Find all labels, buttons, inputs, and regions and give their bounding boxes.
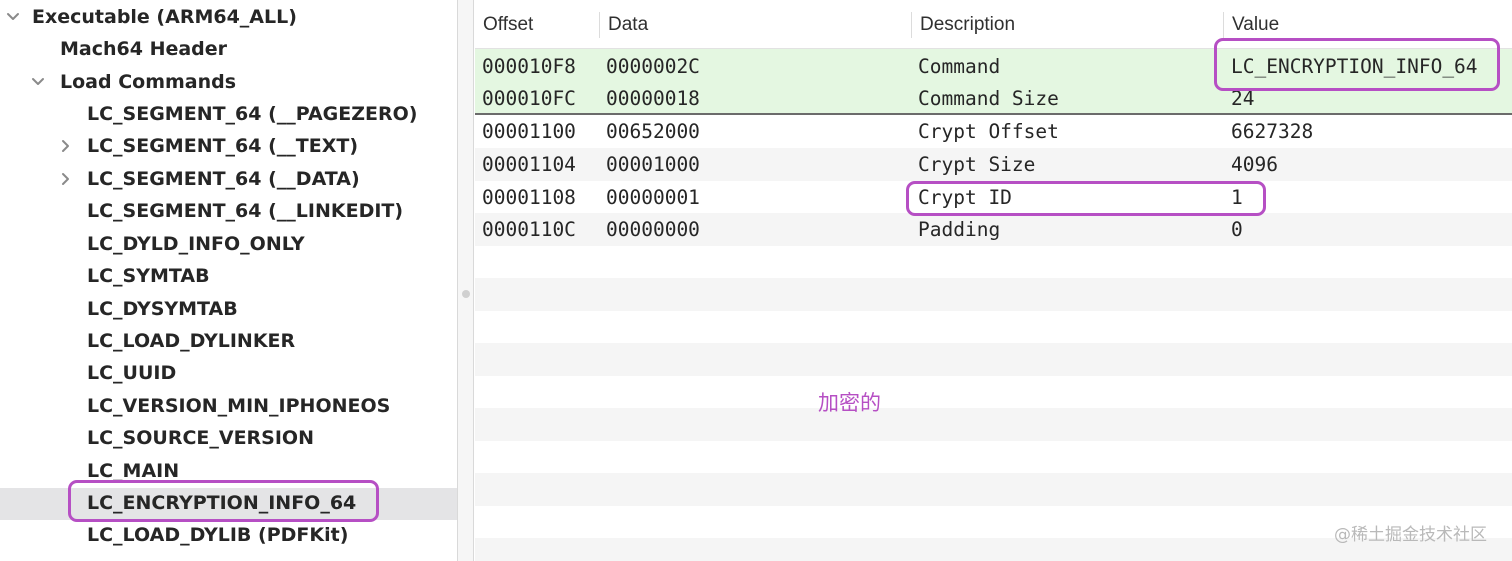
cell-value: LC_ENCRYPTION_INFO_64	[1231, 55, 1478, 78]
watermark: @稀土掘金技术社区	[1334, 525, 1487, 545]
tree-item-segment-data[interactable]: LC_SEGMENT_64 (__DATA)	[0, 164, 457, 196]
table-row[interactable]: 00001100 00652000 Crypt Offset 6627328	[475, 115, 1512, 148]
cell-data: 00652000	[606, 120, 700, 143]
cell-data: 00000018	[606, 87, 700, 110]
sidebar-tree: Executable (ARM64_ALL) Mach64 Header Loa…	[0, 0, 458, 561]
tree-item-uuid[interactable]: LC_UUID	[0, 358, 457, 390]
chevron-right-icon[interactable]	[57, 170, 75, 188]
column-separator[interactable]	[911, 12, 912, 38]
tree-item-label: Load Commands	[60, 71, 237, 93]
tree-item-segment-pagezero[interactable]: LC_SEGMENT_64 (__PAGEZERO)	[0, 99, 457, 131]
cell-value: 6627328	[1231, 120, 1314, 143]
column-separator[interactable]	[1223, 12, 1224, 38]
tree-item-segment-text[interactable]: LC_SEGMENT_64 (__TEXT)	[0, 131, 457, 163]
tree-item-segment-linkedit[interactable]: LC_SEGMENT_64 (__LINKEDIT)	[0, 196, 457, 228]
chevron-down-icon[interactable]	[29, 73, 47, 91]
tree-item-encryption-info-64[interactable]: LC_ENCRYPTION_INFO_64	[0, 488, 457, 520]
column-header-value[interactable]: Value	[1232, 14, 1279, 36]
cell-offset: 0000110C	[482, 218, 576, 241]
split-handle-icon[interactable]	[462, 290, 470, 298]
cell-description: Crypt Offset	[918, 120, 1059, 143]
empty-row	[475, 376, 1512, 409]
cell-data: 0000002C	[606, 55, 700, 78]
tree-item-label: LC_VERSION_MIN_IPHONEOS	[87, 395, 391, 417]
chevron-down-icon[interactable]	[4, 8, 22, 26]
cell-data: 00000001	[606, 186, 700, 209]
tree-item-version-min-iphoneos[interactable]: LC_VERSION_MIN_IPHONEOS	[0, 391, 457, 423]
cell-offset: 00001100	[482, 120, 576, 143]
tree-item-label: LC_SEGMENT_64 (__LINKEDIT)	[87, 200, 404, 222]
empty-row	[475, 246, 1512, 279]
cell-value: 1	[1231, 186, 1243, 209]
tree-item-label: LC_UUID	[87, 362, 177, 384]
tree-item-label: LC_SEGMENT_64 (__TEXT)	[87, 135, 359, 157]
cell-offset: 00001108	[482, 186, 576, 209]
tree-item-label: LC_SEGMENT_64 (__PAGEZERO)	[87, 103, 418, 125]
cell-data: 00001000	[606, 153, 700, 176]
cell-description: Crypt Size	[918, 153, 1036, 176]
tree-item-label: LC_LOAD_DYLINKER	[87, 330, 296, 352]
column-header-offset[interactable]: Offset	[483, 14, 533, 36]
tree-item-main[interactable]: LC_MAIN	[0, 456, 457, 488]
table-header: Offset Data Description Value	[475, 0, 1512, 49]
tree-item-label: LC_DYLD_INFO_ONLY	[87, 233, 305, 255]
table-row[interactable]: 00001108 00000001 Crypt ID 1	[475, 181, 1512, 214]
cell-value: 0	[1231, 218, 1243, 241]
chevron-right-icon[interactable]	[57, 137, 75, 155]
tree-item-label: LC_SOURCE_VERSION	[87, 427, 314, 449]
tree-item-label: Mach64 Header	[60, 38, 228, 60]
empty-row	[475, 441, 1512, 474]
cell-value: 4096	[1231, 153, 1278, 176]
cell-data: 00000000	[606, 218, 700, 241]
empty-row	[475, 343, 1512, 376]
split-divider[interactable]	[458, 0, 474, 561]
tree-item-load-dylib-pdfkit[interactable]: LC_LOAD_DYLIB (PDFKit)	[0, 520, 457, 552]
tree-item-mach64-header[interactable]: Mach64 Header	[0, 34, 457, 66]
empty-row	[475, 408, 1512, 441]
tree-item-dysymtab[interactable]: LC_DYSYMTAB	[0, 294, 457, 326]
tree-item-label: LC_MAIN	[87, 460, 180, 482]
table-row[interactable]: 0000110C 00000000 Padding 0	[475, 213, 1512, 246]
column-separator[interactable]	[599, 12, 600, 38]
tree-item-load-dylinker[interactable]: LC_LOAD_DYLINKER	[0, 326, 457, 358]
cell-description: Crypt ID	[918, 186, 1012, 209]
tree-item-executable[interactable]: Executable (ARM64_ALL)	[0, 2, 457, 34]
cell-offset: 000010FC	[482, 87, 576, 110]
tree-item-source-version[interactable]: LC_SOURCE_VERSION	[0, 423, 457, 455]
tree-item-load-commands[interactable]: Load Commands	[0, 67, 457, 99]
tree-item-label: LC_LOAD_DYLIB (PDFKit)	[87, 524, 349, 546]
column-header-description[interactable]: Description	[920, 14, 1015, 36]
cell-description: Command Size	[918, 87, 1059, 110]
empty-row	[475, 278, 1512, 311]
cell-offset: 000010F8	[482, 55, 576, 78]
detail-table: Offset Data Description Value 000010F8 0…	[475, 0, 1512, 561]
tree-item-label: LC_SYMTAB	[87, 265, 210, 287]
cell-offset: 00001104	[482, 153, 576, 176]
table-row[interactable]: 00001104 00001000 Crypt Size 4096	[475, 148, 1512, 181]
tree-item-dyld-info-only[interactable]: LC_DYLD_INFO_ONLY	[0, 229, 457, 261]
table-row[interactable]: 000010FC 00000018 Command Size 24	[475, 81, 1512, 114]
tree-item-label: LC_DYSYMTAB	[87, 298, 238, 320]
tree-item-label: LC_SEGMENT_64 (__DATA)	[87, 168, 360, 190]
annotation-note: 加密的	[818, 391, 881, 415]
cell-value: 24	[1231, 87, 1255, 110]
cell-description: Padding	[918, 218, 1001, 241]
empty-row	[475, 311, 1512, 344]
tree-item-label: LC_ENCRYPTION_INFO_64	[87, 492, 357, 514]
tree-item-label: Executable (ARM64_ALL)	[32, 6, 297, 28]
column-header-data[interactable]: Data	[608, 14, 648, 36]
cell-description: Command	[918, 55, 1001, 78]
tree-item-symtab[interactable]: LC_SYMTAB	[0, 261, 457, 293]
empty-row	[475, 473, 1512, 506]
table-row[interactable]: 000010F8 0000002C Command LC_ENCRYPTION_…	[475, 49, 1512, 81]
